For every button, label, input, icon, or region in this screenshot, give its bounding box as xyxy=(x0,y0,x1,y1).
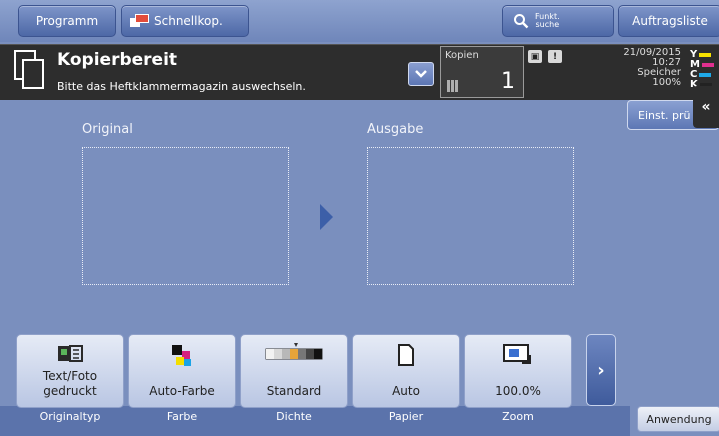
application-label: Anwendung xyxy=(646,412,712,426)
function-search-label-2: suche xyxy=(535,20,560,29)
original-type-value: Text/Foto gedruckt xyxy=(42,369,98,398)
chevron-down-icon xyxy=(415,70,427,78)
output-label: Ausgabe xyxy=(367,122,424,137)
chevron-right-icon: › xyxy=(597,359,605,381)
color-icon xyxy=(172,345,191,366)
keypad-icon xyxy=(447,80,459,92)
color-key[interactable]: Auto-Farbe xyxy=(128,334,236,408)
status-message: Bitte das Heftklammermagazin auswechseln… xyxy=(57,80,306,93)
quick-copy-button[interactable]: Schnellkop. xyxy=(121,5,249,37)
printer-status-icon[interactable]: ▣ xyxy=(528,50,542,63)
color-value: Auto-Farbe xyxy=(149,384,215,398)
quick-copy-label: Schnellkop. xyxy=(154,14,223,28)
copy-document-icon xyxy=(14,50,44,90)
toner-levels: Y M C K xyxy=(690,50,714,90)
top-bar: Programm Schnellkop. Funkt. suche Auftra… xyxy=(0,0,719,42)
warning-icon[interactable]: ! xyxy=(548,50,562,63)
paper-key[interactable]: Auto xyxy=(352,334,460,408)
zoom-caption: Zoom xyxy=(502,410,534,423)
color-caption: Farbe xyxy=(166,410,198,423)
original-type-icon xyxy=(58,345,83,362)
zoom-value: 100.0% xyxy=(495,384,541,398)
zoom-key[interactable]: 100.0% xyxy=(464,334,572,408)
paper-value: Auto xyxy=(392,384,420,398)
job-list-button[interactable]: Auftragsliste xyxy=(618,5,719,37)
density-value: Standard xyxy=(266,384,322,398)
original-type-caption: Originaltyp xyxy=(39,410,101,423)
output-preview xyxy=(367,147,574,285)
expand-message-button[interactable] xyxy=(408,62,434,86)
double-chevron-left-icon: « xyxy=(701,99,711,115)
arrow-right-icon xyxy=(320,204,333,230)
application-button[interactable]: Anwendung xyxy=(637,406,719,432)
copies-label: Kopien xyxy=(445,50,479,61)
memory-value: 100% xyxy=(652,77,681,88)
job-list-label: Auftragsliste xyxy=(632,14,708,28)
original-label: Original xyxy=(82,122,133,137)
check-settings-label: Einst. prü xyxy=(638,108,691,122)
paper-caption: Papier xyxy=(388,410,424,423)
copies-counter[interactable]: Kopien 1 xyxy=(440,46,524,98)
status-title: Kopierbereit xyxy=(57,50,178,70)
program-button[interactable]: Programm xyxy=(18,5,116,37)
function-search-button[interactable]: Funkt. suche xyxy=(502,5,614,37)
zoom-icon xyxy=(503,344,531,364)
paper-icon xyxy=(398,344,414,366)
quick-copy-icon xyxy=(130,14,150,28)
status-icons: ▣ ! xyxy=(528,50,562,63)
search-icon xyxy=(514,14,529,29)
program-label: Programm xyxy=(35,14,99,28)
next-functions-button[interactable]: › xyxy=(586,334,616,406)
collapse-panel-button[interactable]: « xyxy=(693,86,719,128)
date-time-display: 21/09/2015 10:27 Speicher 100% xyxy=(623,48,681,88)
density-key[interactable]: Standard xyxy=(240,334,348,408)
density-caption: Dichte xyxy=(276,410,312,423)
original-preview xyxy=(82,147,289,285)
density-icon xyxy=(265,343,323,360)
original-type-key[interactable]: Text/Foto gedruckt xyxy=(16,334,124,408)
copies-value: 1 xyxy=(501,69,515,94)
